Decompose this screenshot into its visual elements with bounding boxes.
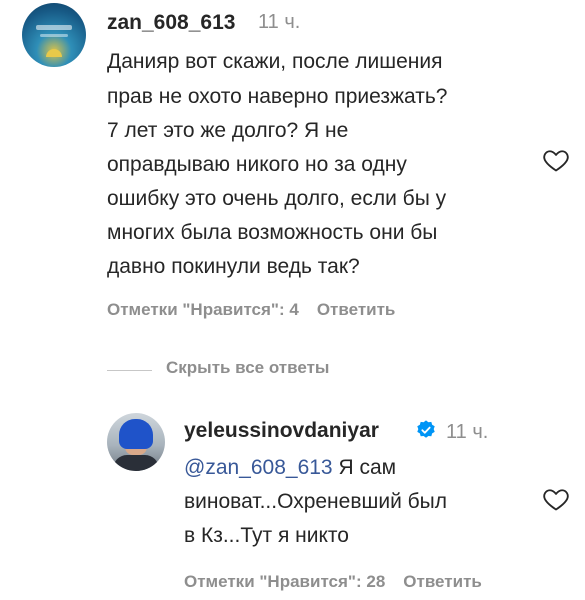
likes-count[interactable]: Отметки "Нравится": 4 — [107, 300, 299, 319]
comment-text-line: 7 лет это же долго? Я не — [107, 119, 349, 142]
heart-outline-icon[interactable] — [541, 146, 571, 174]
mention-link[interactable]: @zan_608_613 — [184, 456, 333, 479]
thread-divider — [107, 370, 152, 371]
reply-meta: Отметки "Нравится": 28 Ответить — [184, 572, 500, 592]
avatar-decoration — [40, 34, 68, 37]
comment-text-line: давно покинули ведь так? — [107, 255, 360, 278]
avatar-decoration — [46, 49, 62, 57]
comment-text-line: прав не охото наверно приезжать? — [107, 85, 448, 108]
comment-text-line: оправдываю никого но за одну — [107, 153, 407, 176]
reply-time: 11 ч. — [446, 421, 489, 443]
heart-outline-icon[interactable] — [541, 485, 571, 513]
comment-text-line: ошибку это очень долго, если бы у — [107, 187, 447, 210]
comment-username[interactable]: zan_608_613 — [107, 11, 235, 35]
reply-username[interactable]: yeleussinovdaniyar — [184, 419, 379, 443]
avatar-zan[interactable] — [22, 3, 86, 67]
comment-text-line: Данияр вот скажи, после лишения — [107, 50, 443, 73]
hide-replies-button[interactable]: Скрыть все ответы — [166, 358, 329, 378]
reply-text-line: виноват...Охреневший был — [184, 490, 448, 513]
likes-count[interactable]: Отметки "Нравится": 28 — [184, 572, 385, 591]
reply-text-line: @zan_608_613 Я сам — [184, 451, 396, 485]
comment-text-line: многих была возможность они бы — [107, 221, 438, 244]
avatar-decoration — [119, 419, 153, 449]
avatar-yeleussinovdaniyar[interactable] — [107, 413, 165, 471]
reply-text-line: в Кз...Тут я никто — [184, 524, 349, 547]
verified-badge-icon — [417, 420, 435, 438]
comment-meta: Отметки "Нравится": 4 Ответить — [107, 300, 413, 320]
reply-button[interactable]: Ответить — [403, 572, 482, 591]
avatar-decoration — [36, 25, 72, 30]
comment-time: 11 ч. — [258, 11, 301, 33]
reply-text: Я сам — [332, 456, 397, 479]
avatar-decoration — [113, 455, 159, 471]
reply-button[interactable]: Ответить — [317, 300, 396, 319]
